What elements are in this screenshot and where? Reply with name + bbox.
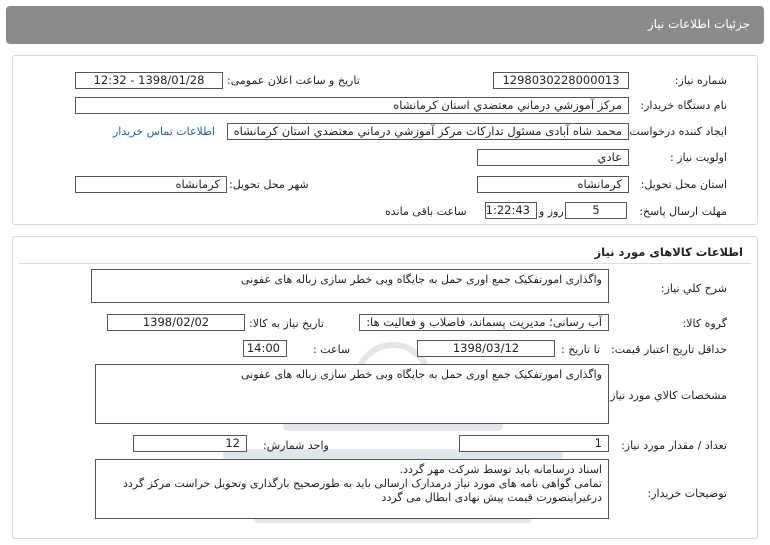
city-field[interactable]: کرمانشاه (75, 176, 227, 193)
page-header: جزئیات اطلاعات نیاز (6, 6, 764, 44)
group-label: گروه کالا: (682, 317, 727, 330)
requester-field[interactable]: محمد شاه آبادی مسئول تدارکات مرکز آموزشي… (227, 123, 629, 140)
qty-field[interactable]: 1 (459, 435, 609, 452)
until-date-label: تا تاریخ : (561, 343, 600, 356)
contact-buyer-link[interactable]: اطلاعات تماس خریدار (113, 125, 215, 138)
announce-label: تاریخ و ساعت اعلان عمومی: (227, 74, 360, 87)
requester-label: ایجاد کننده درخواست: (625, 125, 727, 138)
need-number-field[interactable]: 1298030228000013 (493, 72, 629, 89)
validity-label: حداقل تاریخ اعتبار قیمت: (611, 343, 727, 356)
priority-label: اولویت نیاز : (669, 151, 727, 164)
days-field[interactable]: 5 (565, 202, 627, 219)
buyer-org-field[interactable]: مرکز آموزشي درماني معتضدي استان کرمانشاه (75, 97, 629, 114)
time-remaining-field[interactable]: 01:22:43 (485, 202, 537, 219)
need-number-label: شماره نیاز: (674, 74, 727, 87)
province-label: استان محل تحویل: (640, 178, 727, 191)
remaining-word: ساعت باقی مانده (385, 205, 467, 218)
days-word: روز و (539, 205, 564, 218)
until-date-field[interactable]: 1398/03/12 (417, 340, 555, 357)
hour-field[interactable]: 14:00 (243, 340, 287, 357)
qty-label: تعداد / مقدار مورد نیاز: (621, 439, 727, 452)
group-field[interactable]: آب رسانی؛ مدیریت پسماند، فاضلاب و فعالیت… (359, 314, 609, 331)
deadline-label: مهلت ارسال پاسخ: (639, 205, 727, 218)
summary-label: شرح کلي نیاز: (660, 282, 727, 295)
goods-panel: اطلاعات کالاهای مورد نیاز شرح کلي نیاز: … (12, 236, 758, 539)
page-title: جزئیات اطلاعات نیاز (647, 17, 750, 31)
need-date-field[interactable]: 1398/02/02 (107, 314, 245, 331)
unit-label: واحد شمارش: (263, 439, 329, 452)
need-details-panel: شماره نیاز: 1298030228000013 تاریخ و ساع… (12, 55, 758, 225)
unit-field[interactable]: 12 (133, 435, 247, 452)
buyer-org-label: نام دستگاه خریدار: (640, 99, 727, 112)
buyer-notes-label: توضیحات خریدار: (647, 487, 728, 500)
specs-label: مشخصات کالاي مورد نیاز: (606, 389, 727, 402)
specs-field[interactable]: واگذاری امورتفکیک جمع اوری حمل به جایگاه… (95, 364, 609, 424)
province-field[interactable]: کرمانشاه (477, 176, 629, 193)
city-label: شهر محل تحویل: (229, 178, 309, 191)
need-date-label: تاریخ نیاز به کالا: (249, 317, 324, 330)
summary-field[interactable]: واگذاری امورتفکیک جمع اوری حمل به جایگاه… (91, 269, 609, 303)
priority-field[interactable]: عادي (477, 149, 629, 166)
section-divider (19, 263, 751, 264)
buyer-notes-field[interactable]: اسناد درسامانه باید توسط شرکت مهر گردد. … (95, 459, 609, 519)
announce-field[interactable]: 1398/01/28 - 12:32 (75, 72, 223, 89)
hour-label: ساعت : (313, 343, 351, 356)
goods-section-title: اطلاعات کالاهای مورد نیاز (594, 245, 743, 259)
